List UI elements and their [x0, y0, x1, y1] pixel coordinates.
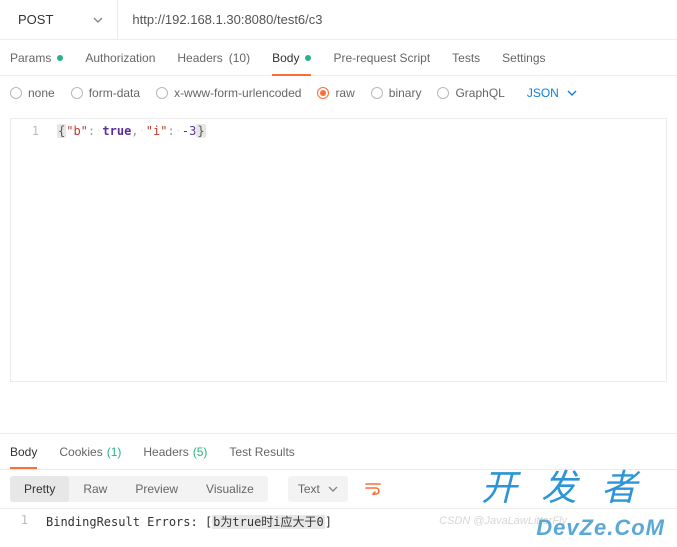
- resp-tab-cookies[interactable]: Cookies(1): [59, 434, 121, 469]
- radio-raw[interactable]: raw: [317, 86, 354, 100]
- view-pretty[interactable]: Pretty: [10, 476, 69, 502]
- tab-body[interactable]: Body: [272, 40, 311, 75]
- code-line: {"b":·true,·"i":·-3}: [51, 121, 206, 141]
- green-dot-icon: [57, 55, 63, 61]
- request-tabs: Params Authorization Headers (10) Body P…: [0, 40, 677, 76]
- chevron-down-icon: [328, 486, 338, 492]
- response-line: BindingResult Errors: [b为true时i应大于0]: [40, 513, 332, 547]
- chevron-down-icon: [567, 90, 577, 96]
- view-visualize[interactable]: Visualize: [192, 476, 268, 502]
- request-body-editor[interactable]: 1 {"b":·true,·"i":·-3}: [10, 118, 667, 382]
- tab-settings[interactable]: Settings: [502, 40, 545, 75]
- tab-headers[interactable]: Headers (10): [177, 40, 250, 75]
- view-mode-segment: Pretty Raw Preview Visualize: [10, 476, 268, 502]
- resp-tab-headers[interactable]: Headers(5): [143, 434, 207, 469]
- radio-binary[interactable]: binary: [371, 86, 422, 100]
- response-body[interactable]: 1 BindingResult Errors: [b为true时i应大于0]: [0, 509, 677, 547]
- wrap-toggle-icon[interactable]: [358, 477, 388, 502]
- radio-graphql[interactable]: GraphQL: [437, 86, 504, 100]
- response-controls: Pretty Raw Preview Visualize Text: [0, 469, 677, 509]
- view-raw[interactable]: Raw: [69, 476, 121, 502]
- tab-prerequest[interactable]: Pre-request Script: [333, 40, 430, 75]
- radio-xwww[interactable]: x-www-form-urlencoded: [156, 86, 301, 100]
- raw-format-select[interactable]: JSON: [527, 86, 577, 100]
- radio-form-data[interactable]: form-data: [71, 86, 140, 100]
- view-preview[interactable]: Preview: [121, 476, 192, 502]
- response-format-select[interactable]: Text: [288, 476, 348, 502]
- chevron-down-icon: [93, 17, 103, 23]
- green-dot-icon: [305, 55, 311, 61]
- line-number: 1: [11, 121, 51, 141]
- resp-tab-body[interactable]: Body: [10, 434, 37, 469]
- url-input[interactable]: http://192.168.1.30:8080/test6/c3: [118, 12, 673, 27]
- tab-authorization[interactable]: Authorization: [85, 40, 155, 75]
- line-number: 1: [0, 513, 40, 547]
- tab-tests[interactable]: Tests: [452, 40, 480, 75]
- resp-tab-test-results[interactable]: Test Results: [229, 434, 294, 469]
- body-type-row: none form-data x-www-form-urlencoded raw…: [0, 76, 677, 110]
- radio-none[interactable]: none: [10, 86, 55, 100]
- response-tabs: Body Cookies(1) Headers(5) Test Results: [0, 433, 677, 469]
- method-label: POST: [18, 12, 53, 27]
- tab-params[interactable]: Params: [10, 40, 63, 75]
- method-select[interactable]: POST: [4, 0, 118, 39]
